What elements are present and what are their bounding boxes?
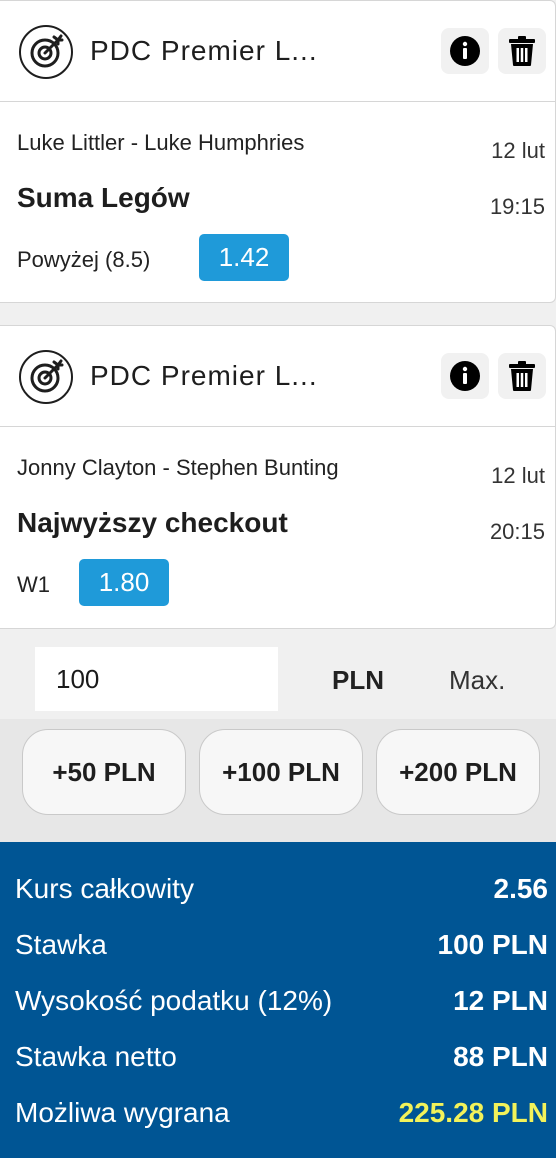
delete-bet-button[interactable] — [498, 28, 546, 74]
total-odds-row: Kurs całkowity 2.56 — [0, 873, 556, 913]
match-name: Jonny Clayton - Stephen Bunting — [17, 455, 339, 480]
info-button[interactable] — [441, 28, 489, 74]
bet-card: PDC Premier L... Jonny Clayton - Stephen… — [0, 325, 556, 629]
darts-target-icon — [19, 350, 73, 404]
net-stake-row: Stawka netto 88 PLN — [0, 1041, 556, 1081]
match-date: 12 lut — [491, 138, 545, 163]
tax-value: 12 PLN — [453, 985, 548, 1016]
bet-card-body: Jonny Clayton - Stephen Bunting 12 lut N… — [0, 427, 555, 627]
possible-win-label: Możliwa wygrana — [15, 1097, 230, 1128]
match-name: Luke Littler - Luke Humphries — [17, 130, 305, 155]
stake-summary-label: Stawka — [15, 929, 107, 960]
stake-summary-row: Stawka 100 PLN — [0, 929, 556, 969]
match-date: 12 lut — [491, 463, 545, 488]
market-name: Suma Legów — [17, 182, 190, 213]
league-name: PDC Premier L... — [90, 35, 318, 66]
info-icon — [450, 36, 480, 66]
trash-icon — [509, 36, 535, 66]
info-button[interactable] — [441, 353, 489, 399]
stake-row: PLN Max. — [0, 629, 556, 719]
bet-summary: Kurs całkowity 2.56 Stawka 100 PLN Wysok… — [0, 842, 556, 1158]
darts-target-icon — [19, 25, 73, 79]
bet-card-body: Luke Littler - Luke Humphries 12 lut Sum… — [0, 102, 555, 302]
odds-badge: 1.42 — [199, 234, 289, 281]
quick-stake-200-button[interactable]: +200 PLN — [376, 729, 540, 815]
delete-bet-button[interactable] — [498, 353, 546, 399]
quick-stake-row: +50 PLN +100 PLN +200 PLN — [0, 719, 556, 842]
market-name: Najwyższy checkout — [17, 507, 288, 538]
tax-row: Wysokość podatku (12%) 12 PLN — [0, 985, 556, 1025]
net-stake-value: 88 PLN — [453, 1041, 548, 1072]
match-time: 19:15 — [489, 194, 545, 219]
league-name: PDC Premier L... — [90, 360, 318, 391]
odds-badge: 1.80 — [79, 559, 169, 606]
total-odds-value: 2.56 — [493, 873, 549, 904]
currency-label: PLN — [332, 665, 384, 695]
trash-icon — [509, 361, 535, 391]
possible-win-row: Możliwa wygrana 225.28 PLN — [0, 1097, 556, 1137]
tax-label: Wysokość podatku (12%) — [15, 985, 333, 1016]
max-stake-button[interactable]: Max. — [449, 665, 505, 696]
selection-label: Powyżej (8.5) — [17, 247, 151, 272]
stake-input[interactable] — [35, 647, 278, 711]
quick-stake-50-button[interactable]: +50 PLN — [22, 729, 186, 815]
quick-stake-100-button[interactable]: +100 PLN — [199, 729, 363, 815]
bet-card-header: PDC Premier L... — [0, 1, 555, 102]
match-time: 20:15 — [489, 519, 545, 544]
info-icon — [450, 361, 480, 391]
bet-card-header: PDC Premier L... — [0, 326, 555, 427]
total-odds-label: Kurs całkowity — [15, 873, 194, 904]
possible-win-value: 225.28 PLN — [398, 1097, 548, 1128]
stake-summary-value: 100 PLN — [437, 929, 549, 960]
selection-label: W1 — [17, 572, 50, 597]
net-stake-label: Stawka netto — [15, 1041, 177, 1072]
bet-card: PDC Premier L... Luke Littler - Luke Hum… — [0, 0, 556, 303]
